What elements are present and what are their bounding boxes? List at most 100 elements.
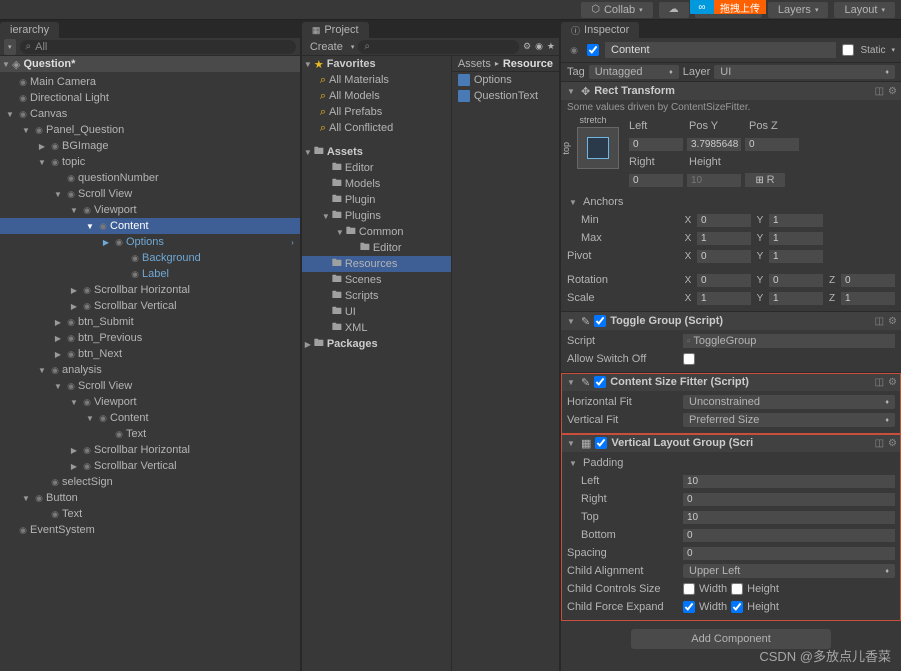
layers-button[interactable]: Layers ▾ bbox=[768, 2, 829, 18]
hierarchy-row[interactable]: ▼Viewport bbox=[0, 394, 300, 410]
hierarchy-row[interactable]: ▼Panel_Question bbox=[0, 122, 300, 138]
rot-y[interactable]: 0 bbox=[769, 274, 823, 287]
layout-button[interactable]: Layout ▾ bbox=[834, 2, 895, 18]
hierarchy-row[interactable]: questionNumber bbox=[0, 170, 300, 186]
hierarchy-row[interactable]: ▼Content bbox=[0, 410, 300, 426]
assets-header[interactable]: ▼🖿Assets bbox=[302, 144, 451, 160]
hierarchy-row[interactable]: ▼Scroll View bbox=[0, 378, 300, 394]
component-enabled[interactable] bbox=[595, 437, 607, 449]
preset-icon[interactable]: ⚙ bbox=[888, 377, 897, 388]
hierarchy-row[interactable]: Text bbox=[0, 506, 300, 522]
eye-icon[interactable]: ◉ bbox=[535, 41, 543, 52]
preset-icon[interactable]: ⚙ bbox=[888, 86, 897, 97]
hierarchy-row[interactable]: Text bbox=[0, 426, 300, 442]
star-icon[interactable]: ★ bbox=[547, 41, 555, 52]
breadcrumb[interactable]: Assets ▸ Resource bbox=[452, 56, 559, 72]
folder-item[interactable]: 🖿UI bbox=[302, 304, 451, 320]
folder-item[interactable]: 🖿Scenes bbox=[302, 272, 451, 288]
favorite-item[interactable]: ⌕All Materials bbox=[302, 72, 451, 88]
left-field[interactable]: 0 bbox=[629, 138, 683, 151]
posz-field[interactable]: 0 bbox=[745, 138, 799, 151]
folder-item[interactable]: 🖿Scripts bbox=[302, 288, 451, 304]
scl-y[interactable]: 1 bbox=[769, 292, 823, 305]
asset-item[interactable]: Options bbox=[452, 72, 559, 88]
favorite-item[interactable]: ⌕All Conflicted bbox=[302, 120, 451, 136]
hierarchy-row[interactable]: ▶btn_Previous bbox=[0, 330, 300, 346]
help-icon[interactable]: ◫ bbox=[875, 438, 884, 449]
hierarchy-row[interactable]: ▶btn_Next bbox=[0, 346, 300, 362]
hierarchy-row[interactable]: EventSystem bbox=[0, 522, 300, 538]
vfit-dropdown[interactable]: Preferred Size♦ bbox=[683, 413, 895, 427]
fold-icon[interactable]: ▼ bbox=[565, 87, 577, 96]
favorite-item[interactable]: ⌕All Models bbox=[302, 88, 451, 104]
folder-item[interactable]: 🖿Editor bbox=[302, 240, 451, 256]
asset-item[interactable]: QuestionText bbox=[452, 88, 559, 104]
upload-badge[interactable]: ∞ 拖拽上传 bbox=[690, 0, 766, 14]
tag-dropdown[interactable]: Untagged♦ bbox=[589, 65, 679, 79]
object-name-field[interactable]: Content bbox=[605, 42, 836, 58]
anchors-fold[interactable]: ▼ bbox=[567, 198, 579, 207]
folder-item[interactable]: ▼🖿Plugins bbox=[302, 208, 451, 224]
scl-x[interactable]: 1 bbox=[697, 292, 751, 305]
fold-icon[interactable]: ▼ bbox=[565, 439, 577, 448]
hierarchy-row[interactable]: Label bbox=[0, 266, 300, 282]
hierarchy-row[interactable]: selectSign bbox=[0, 474, 300, 490]
component-enabled[interactable] bbox=[594, 376, 606, 388]
right-field[interactable]: 0 bbox=[629, 174, 683, 187]
active-checkbox[interactable] bbox=[587, 44, 599, 56]
cloud-button[interactable]: ☁ bbox=[659, 2, 689, 18]
pad-left[interactable]: 10 bbox=[683, 475, 895, 488]
hierarchy-row[interactable]: ▶Scrollbar Vertical bbox=[0, 458, 300, 474]
folder-item[interactable]: 🖿Editor bbox=[302, 160, 451, 176]
collab-button[interactable]: ⬡ Collab ▾ bbox=[581, 2, 652, 18]
anchor-preset[interactable] bbox=[577, 127, 619, 169]
hierarchy-row[interactable]: ▼topic bbox=[0, 154, 300, 170]
hierarchy-row[interactable]: ▶Scrollbar Horizontal bbox=[0, 442, 300, 458]
padding-fold[interactable]: ▼ bbox=[567, 459, 579, 468]
fold-icon[interactable]: ▼ bbox=[565, 378, 577, 387]
pivot-x[interactable]: 0 bbox=[697, 250, 751, 263]
pivot-y[interactable]: 1 bbox=[769, 250, 823, 263]
packages-header[interactable]: ▶🖿Packages bbox=[302, 336, 451, 352]
project-tab[interactable]: ▦Project bbox=[302, 22, 369, 38]
allow-switch-checkbox[interactable] bbox=[683, 353, 695, 365]
folder-item[interactable]: ▼🖿Common bbox=[302, 224, 451, 240]
hierarchy-row[interactable]: ▶btn_Submit bbox=[0, 314, 300, 330]
posy-field[interactable]: 3.7985648 bbox=[687, 138, 741, 151]
hierarchy-row[interactable]: Background bbox=[0, 250, 300, 266]
hierarchy-row[interactable]: ▼Scroll View bbox=[0, 186, 300, 202]
hierarchy-row[interactable]: ▼Canvas bbox=[0, 106, 300, 122]
max-y[interactable]: 1 bbox=[769, 232, 823, 245]
create-button[interactable]: Create bbox=[306, 41, 347, 53]
hierarchy-row[interactable]: ▶Options› bbox=[0, 234, 300, 250]
hierarchy-row[interactable]: Main Camera bbox=[0, 74, 300, 90]
folder-item[interactable]: 🖿Models bbox=[302, 176, 451, 192]
hierarchy-row[interactable]: ▼Button bbox=[0, 490, 300, 506]
pad-bottom[interactable]: 0 bbox=[683, 529, 895, 542]
min-y[interactable]: 1 bbox=[769, 214, 823, 227]
project-search[interactable] bbox=[358, 40, 519, 54]
hierarchy-row[interactable]: ▼Viewport bbox=[0, 202, 300, 218]
spacing[interactable]: 0 bbox=[683, 547, 895, 560]
expand-width[interactable] bbox=[683, 601, 695, 613]
folder-item[interactable]: 🖿Plugin bbox=[302, 192, 451, 208]
hfit-dropdown[interactable]: Unconstrained♦ bbox=[683, 395, 895, 409]
component-enabled[interactable] bbox=[594, 315, 606, 327]
pad-right[interactable]: 0 bbox=[683, 493, 895, 506]
fold-icon[interactable]: ▼ bbox=[565, 317, 577, 326]
hierarchy-row[interactable]: ▼analysis bbox=[0, 362, 300, 378]
folder-item[interactable]: 🖿XML bbox=[302, 320, 451, 336]
ctrl-width[interactable] bbox=[683, 583, 695, 595]
hierarchy-row[interactable]: ▼Content bbox=[0, 218, 300, 234]
rot-z[interactable]: 0 bbox=[841, 274, 895, 287]
static-checkbox[interactable] bbox=[842, 44, 854, 56]
hierarchy-row[interactable]: ▶Scrollbar Horizontal bbox=[0, 282, 300, 298]
height-field[interactable]: 10 bbox=[687, 174, 741, 187]
ctrl-height[interactable] bbox=[731, 583, 743, 595]
favorite-item[interactable]: ⌕All Prefabs bbox=[302, 104, 451, 120]
expand-height[interactable] bbox=[731, 601, 743, 613]
create-dropdown[interactable]: ▾ bbox=[4, 39, 16, 55]
scl-z[interactable]: 1 bbox=[841, 292, 895, 305]
help-icon[interactable]: ◫ bbox=[875, 316, 884, 327]
folder-item[interactable]: 🖿Resources bbox=[302, 256, 451, 272]
